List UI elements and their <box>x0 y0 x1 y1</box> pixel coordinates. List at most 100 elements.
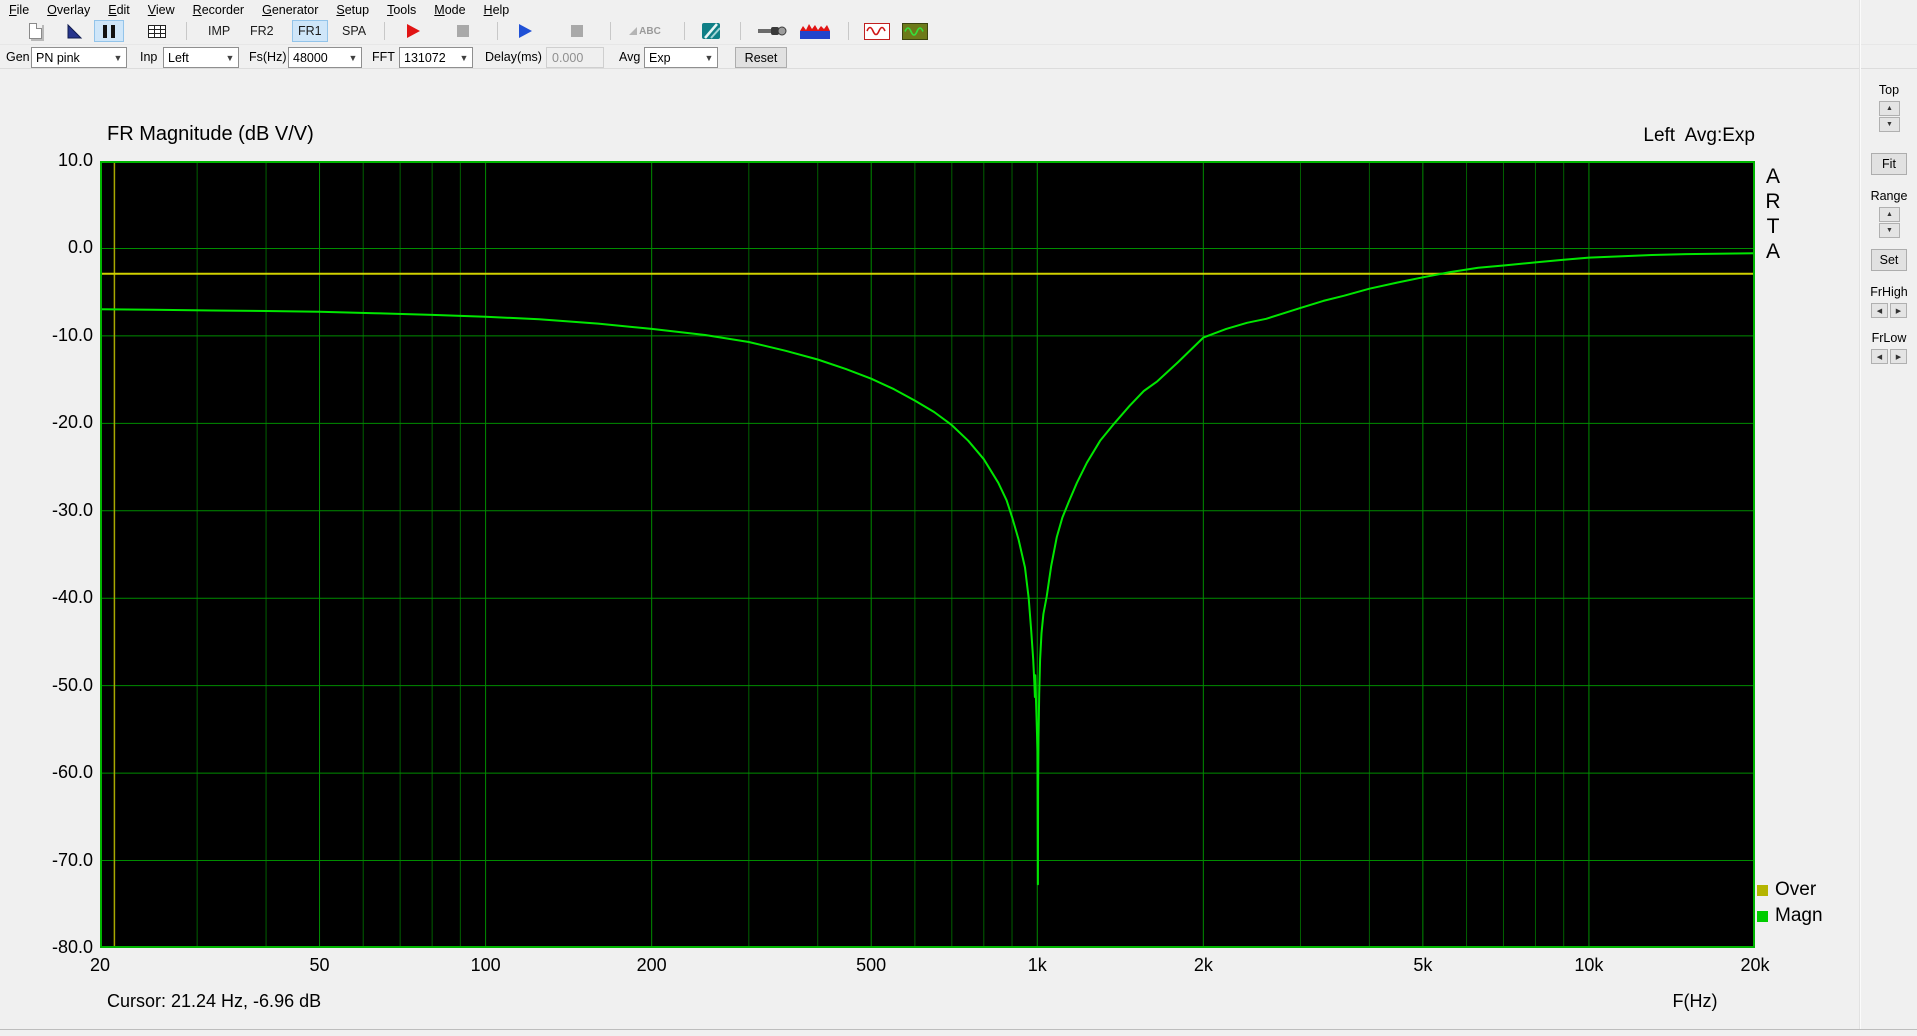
stop-icon <box>457 25 469 37</box>
waveform-button[interactable] <box>796 20 834 42</box>
delay-input[interactable]: 0.000 <box>546 47 604 68</box>
signal-generator-button[interactable] <box>860 20 894 42</box>
menu-item-tools[interactable]: Tools <box>378 2 425 18</box>
menu-item-generator[interactable]: Generator <box>253 2 327 18</box>
new-file-icon <box>28 23 42 39</box>
top-up-button[interactable]: ▲ <box>1879 101 1900 116</box>
right-control-panel: Top ▲ ▼ Fit Range ▲ ▼ Set FrHigh ◀ ▶ FrL… <box>1861 69 1917 1029</box>
x-tick-label: 10k <box>1574 955 1604 975</box>
chevron-down-icon: ▼ <box>704 52 714 63</box>
waveform-icon <box>800 24 830 39</box>
reset-button[interactable]: Reset <box>735 47 787 68</box>
menu-item-file[interactable]: File <box>0 2 38 18</box>
mode-button-spa[interactable]: SPA <box>336 20 372 42</box>
fit-button[interactable]: Fit <box>1871 153 1907 175</box>
legend-label: Over <box>1775 879 1817 900</box>
chevron-down-icon: ▼ <box>225 52 235 63</box>
legend-label: Magn <box>1775 905 1823 926</box>
channel-avg-label: Left Avg:Exp <box>1643 125 1755 146</box>
frlow-left-button[interactable]: ◀ <box>1871 349 1888 364</box>
table-view-button[interactable] <box>142 20 172 42</box>
triangle-icon <box>67 23 83 39</box>
mode-button-fr2[interactable]: FR2 <box>244 20 280 42</box>
menu-item-setup[interactable]: Setup <box>327 2 378 18</box>
x-tick-label: 50 <box>309 955 330 975</box>
delay-label: Delay(ms) <box>485 50 542 64</box>
legend-item: Magn <box>1757 903 1823 929</box>
mode-button-fr1[interactable]: FR1 <box>292 20 328 42</box>
abc-icon: ABC <box>629 26 661 37</box>
background-toggle-button[interactable] <box>60 20 90 42</box>
sine-green-icon <box>902 22 928 40</box>
range-label: Range <box>1870 189 1908 203</box>
range-down-button[interactable]: ▼ <box>1879 223 1900 238</box>
inp-label: Inp <box>140 50 158 64</box>
toolbar-separator <box>186 22 187 40</box>
inp-select[interactable]: Left ▼ <box>163 47 239 68</box>
spl-label-button[interactable]: ABC <box>622 20 668 42</box>
pause-icon <box>103 24 115 38</box>
arta-watermark: ARTA <box>1765 165 1781 263</box>
y-tick-label: 0.0 <box>67 237 93 258</box>
avg-select[interactable]: Exp ▼ <box>644 47 718 68</box>
menu-item-overlay[interactable]: Overlay <box>38 2 99 18</box>
frhigh-label: FrHigh <box>1870 285 1908 299</box>
set-button[interactable]: Set <box>1871 249 1907 271</box>
x-tick-label: 5k <box>1413 955 1433 975</box>
range-up-button[interactable]: ▲ <box>1879 207 1900 222</box>
frhigh-right-button[interactable]: ▶ <box>1890 303 1907 318</box>
frlow-right-button[interactable]: ▶ <box>1890 349 1907 364</box>
play-button[interactable] <box>510 20 540 42</box>
menu-item-mode[interactable]: Mode <box>425 2 474 18</box>
menu-item-edit[interactable]: Edit <box>99 2 139 18</box>
record-button[interactable] <box>398 20 428 42</box>
menu-item-recorder[interactable]: Recorder <box>184 2 253 18</box>
y-tick-label: -50.0 <box>51 674 93 695</box>
plot-area[interactable] <box>99 161 1756 953</box>
stripes-button[interactable] <box>696 20 726 42</box>
frhigh-left-button[interactable]: ◀ <box>1871 303 1888 318</box>
gen-select[interactable]: PN pink ▼ <box>31 47 127 68</box>
window-bottom-edge <box>0 1029 1917 1036</box>
fft-label: FFT <box>372 50 395 64</box>
toolbar-separator <box>497 22 498 40</box>
record-stop-button[interactable] <box>448 20 478 42</box>
toolbar-separator <box>610 22 611 40</box>
fs-label: Fs(Hz) <box>249 50 287 64</box>
avg-label: Avg <box>619 50 641 64</box>
pause-button[interactable] <box>94 20 124 42</box>
fft-select[interactable]: 131072 ▼ <box>399 47 473 68</box>
x-tick-label: 2k <box>1193 955 1213 975</box>
x-tick-label: 1k <box>1027 955 1047 975</box>
y-tick-label: 10.0 <box>57 150 93 170</box>
top-down-button[interactable]: ▼ <box>1879 117 1900 132</box>
legend-item: Over <box>1757 877 1823 903</box>
new-file-button[interactable] <box>20 20 50 42</box>
y-tick-label: -30.0 <box>51 499 93 520</box>
toolbar-separator <box>740 22 741 40</box>
toolbar-separator <box>848 22 849 40</box>
sine-red-icon <box>864 22 890 40</box>
mode-button-imp[interactable]: IMP <box>202 20 236 42</box>
toolbar-separator <box>684 22 685 40</box>
y-tick-label: -60.0 <box>51 762 93 783</box>
menu-item-view[interactable]: View <box>139 2 184 18</box>
x-tick-label: 20 <box>89 955 111 975</box>
legend-swatch-icon <box>1757 910 1768 922</box>
y-tick-label: -70.0 <box>51 849 93 870</box>
fr-magnitude-plot[interactable] <box>99 161 1756 948</box>
toolbar: IMP FR2 FR1 SPA ABC <box>0 19 1917 44</box>
level-meter-button[interactable] <box>898 20 932 42</box>
x-tick-label: 100 <box>470 955 501 975</box>
play-stop-button[interactable] <box>562 20 592 42</box>
toolbar-separator <box>384 22 385 40</box>
cursor-readout: Cursor: 21.24 Hz, -6.96 dB <box>107 991 322 1011</box>
menu-item-help[interactable]: Help <box>475 2 519 18</box>
x-tick-label: 200 <box>636 955 667 975</box>
x-tick-label: 500 <box>856 955 887 975</box>
frlow-label: FrLow <box>1871 331 1907 345</box>
fs-select[interactable]: 48000 ▼ <box>288 47 362 68</box>
probe-icon <box>758 26 787 36</box>
chevron-down-icon: ▼ <box>459 52 469 63</box>
probe-button[interactable] <box>752 20 792 42</box>
